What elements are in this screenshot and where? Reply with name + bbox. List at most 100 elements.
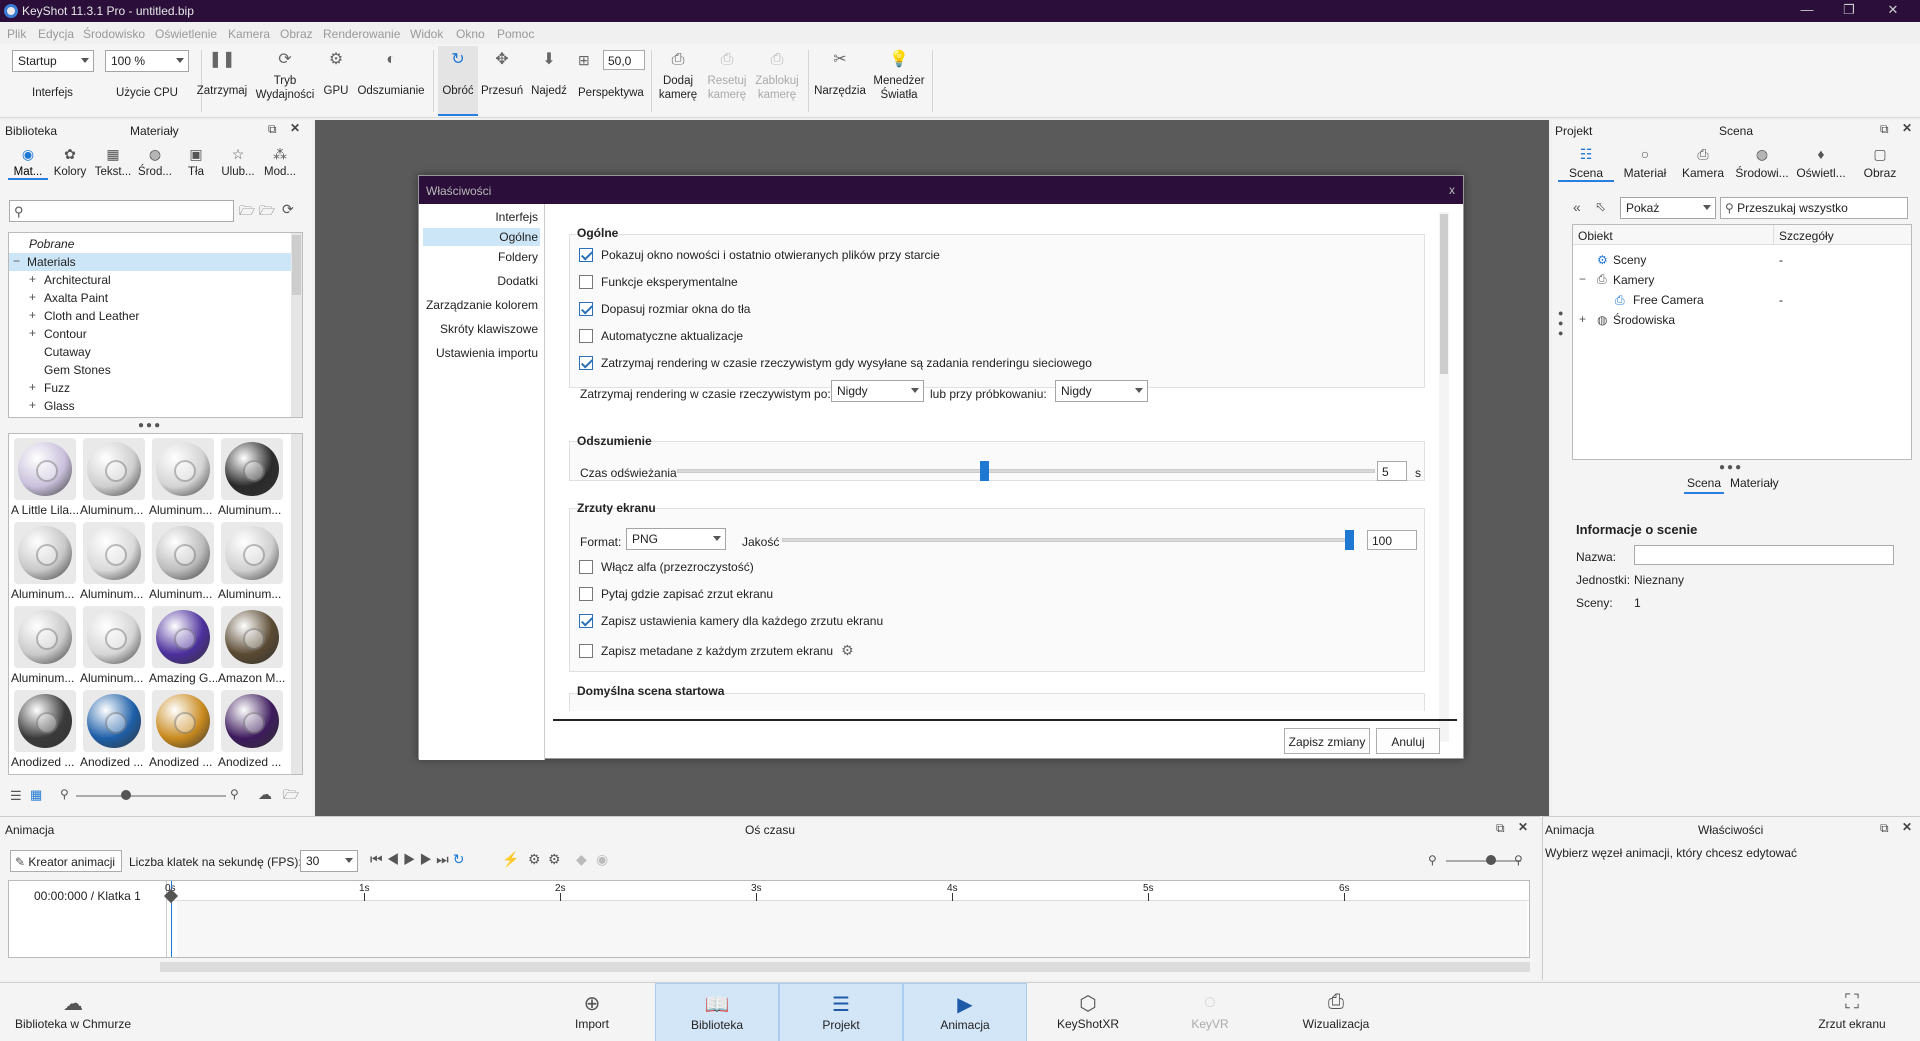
checkbox-show-whats-new[interactable]: Pokazuj okno nowości i ostatnio otwieran… [579, 247, 940, 263]
checkbox-pause-on-network-render[interactable]: Zatrzymaj rendering w czasie rzeczywisty… [579, 355, 1092, 371]
scene-name-input[interactable] [1634, 545, 1894, 565]
material-thumbnail[interactable]: Aluminum... [11, 606, 79, 685]
dialog-scrollbar[interactable] [1439, 212, 1449, 742]
checkbox-checked[interactable] [579, 355, 593, 370]
material-thumbnail[interactable]: Aluminum... [80, 606, 148, 685]
expand-icon[interactable]: + [1579, 312, 1586, 326]
timeline-track-area[interactable] [177, 901, 1527, 957]
cloud-library-button[interactable]: ☁ Biblioteka w Chmurze [10, 983, 136, 1041]
step-forward-icon[interactable]: ▶ [420, 851, 437, 867]
keyvr-button[interactable]: ◌ KeyVR [1182, 983, 1238, 1041]
checkbox-ask-save-location[interactable]: Pytaj gdzie zapisać zrzut ekranu [579, 586, 773, 602]
pointer-icon[interactable]: ⬁ [1595, 199, 1606, 215]
light-manager-button[interactable]: 💡 Menedżer Światła [870, 50, 928, 102]
animation-button[interactable]: ▶ Animacja [903, 983, 1027, 1041]
splitter-handle-icon[interactable]: ●●● [1719, 462, 1743, 473]
timeline-scrollbar[interactable] [160, 962, 1530, 972]
material-thumbnail[interactable]: Amazing G... [149, 606, 217, 685]
checkbox-unchecked[interactable] [579, 328, 593, 343]
grid-view-icon[interactable]: ▦ [30, 787, 42, 803]
expand-icon[interactable]: + [29, 326, 36, 340]
scene-search-input[interactable]: ⚲ Przeszukaj wszystko [1720, 197, 1908, 219]
performance-mode-button[interactable]: ⟳ Tryb Wydajności [252, 50, 318, 102]
checkbox-checked[interactable] [579, 301, 593, 316]
rotate-button[interactable]: ↻ Obróć [438, 46, 478, 116]
expand-icon[interactable]: + [29, 290, 36, 304]
zoom-out-icon[interactable]: ⚲ [1428, 853, 1437, 867]
tree-item-downloads[interactable]: Pobrane [9, 235, 302, 253]
menu-environment[interactable]: Środowisko [83, 27, 145, 41]
nav-hotkeys[interactable]: Skróty klawiszowe [440, 322, 538, 336]
stop-after-select[interactable]: Nigdy [831, 380, 924, 402]
undock-icon[interactable]: ⧉ [1880, 821, 1889, 836]
dialog-close-button[interactable]: x [1449, 183, 1455, 197]
cancel-button[interactable]: Anuluj [1376, 728, 1440, 754]
project-button[interactable]: ☰ Projekt [779, 983, 903, 1041]
gear-icon[interactable]: ⚙ [841, 642, 854, 658]
save-changes-button[interactable]: Zapisz zmiany [1284, 728, 1370, 754]
tab-textures[interactable]: ▦ Tekst... [93, 146, 133, 178]
splitter-handle-icon[interactable]: ●●● [138, 420, 162, 431]
zoom-in-icon[interactable]: ⚲ [1514, 853, 1523, 867]
undock-icon[interactable]: ⧉ [1880, 122, 1889, 137]
checkbox-experimental[interactable]: Funkcje eksperymentalne [579, 274, 738, 290]
thumbnail-size-knob[interactable] [121, 790, 131, 800]
tab-lighting[interactable]: ♦ Oświetl... [1793, 146, 1849, 180]
add-keyframe-icon[interactable]: ◆ [576, 851, 587, 868]
material-thumbnail[interactable]: Anodized ... [11, 690, 79, 769]
tab-camera[interactable]: ⎙ Kamera [1675, 146, 1731, 180]
cloud-icon[interactable]: ☁ [258, 786, 272, 803]
column-object[interactable]: Obiekt [1578, 229, 1613, 243]
record-icon[interactable]: ◉ [596, 851, 608, 868]
library-search-input[interactable]: ⚲ [9, 200, 234, 222]
material-thumbnail[interactable]: Aluminum... [149, 522, 217, 601]
screenshot-button[interactable]: ⛶ Zrzut ekranu [1812, 983, 1892, 1041]
maximize-button[interactable]: ❐ [1834, 2, 1864, 18]
menu-window[interactable]: Okno [456, 27, 485, 41]
checkbox-auto-updates[interactable]: Automatyczne aktualizacje [579, 328, 743, 344]
refresh-time-input[interactable]: 5 [1377, 461, 1407, 481]
checkbox-unchecked[interactable] [579, 643, 593, 658]
collapse-icon[interactable]: − [13, 254, 20, 268]
folder-icon[interactable]: 🗁 [239, 202, 255, 224]
checkbox-unchecked[interactable] [579, 586, 593, 601]
fps-select[interactable]: 30 [300, 850, 358, 872]
workspace-select[interactable]: Startup [12, 50, 94, 72]
close-panel-icon[interactable]: ✕ [1902, 121, 1912, 135]
tree-item-contour[interactable]: + Contour [9, 325, 302, 343]
material-thumbnail[interactable]: Anodized ... [149, 690, 217, 769]
denoise-button[interactable]: ◐ Odszumianie [354, 50, 428, 98]
material-thumbnail[interactable]: Aluminum... [80, 522, 148, 601]
expand-icon[interactable]: + [29, 272, 36, 286]
tree-item-glass[interactable]: + Glass [9, 397, 302, 415]
checkbox-save-camera-settings[interactable]: Zapisz ustawienia kamery dla każdego zrz… [579, 613, 883, 629]
menu-view[interactable]: Widok [410, 27, 443, 41]
menu-edit[interactable]: Edycja [38, 27, 74, 41]
tree-item-cloth-leather[interactable]: + Cloth and Leather [9, 307, 302, 325]
tree-item-architectural[interactable]: + Architectural [9, 271, 302, 289]
column-details[interactable]: Szczegóły [1779, 229, 1834, 243]
checkbox-enable-alpha[interactable]: Włącz alfa (przezroczystość) [579, 559, 754, 575]
quality-slider-knob[interactable] [1345, 530, 1354, 550]
animation-wizard-button[interactable]: ✎ Kreator animacji [10, 850, 122, 872]
tab-image[interactable]: ▢ Obraz [1852, 146, 1908, 180]
nav-interface[interactable]: Interfejs [495, 210, 538, 224]
keyshotxr-button[interactable]: ⬡ KeyShotXR [1050, 983, 1126, 1041]
skip-start-icon[interactable]: ⏮ [370, 851, 387, 867]
add-camera-button[interactable]: ⎙ Dodaj kamerę [654, 50, 702, 102]
visualization-button[interactable]: ⎙ Wizualizacja [1296, 983, 1376, 1041]
format-select[interactable]: PNG [626, 528, 726, 550]
thumbnail-size-slider[interactable] [76, 795, 226, 797]
tree-scrollbar[interactable] [291, 233, 302, 417]
material-thumbnail[interactable]: Anodized ... [218, 690, 286, 769]
timeline-zoom-slider[interactable] [1446, 860, 1521, 862]
tree-item-scenes[interactable]: Sceny [1613, 253, 1646, 267]
skip-end-icon[interactable]: ⏭ [436, 851, 453, 867]
material-thumbnail[interactable]: Anodized ... [80, 690, 148, 769]
close-panel-icon[interactable]: ✕ [1518, 820, 1528, 834]
checkbox-unchecked[interactable] [579, 274, 593, 289]
menu-file[interactable]: Plik [7, 27, 26, 41]
menu-render[interactable]: Renderowanie [323, 27, 400, 41]
refresh-time-slider-knob[interactable] [980, 461, 990, 481]
menu-help[interactable]: Pomoc [497, 27, 534, 41]
